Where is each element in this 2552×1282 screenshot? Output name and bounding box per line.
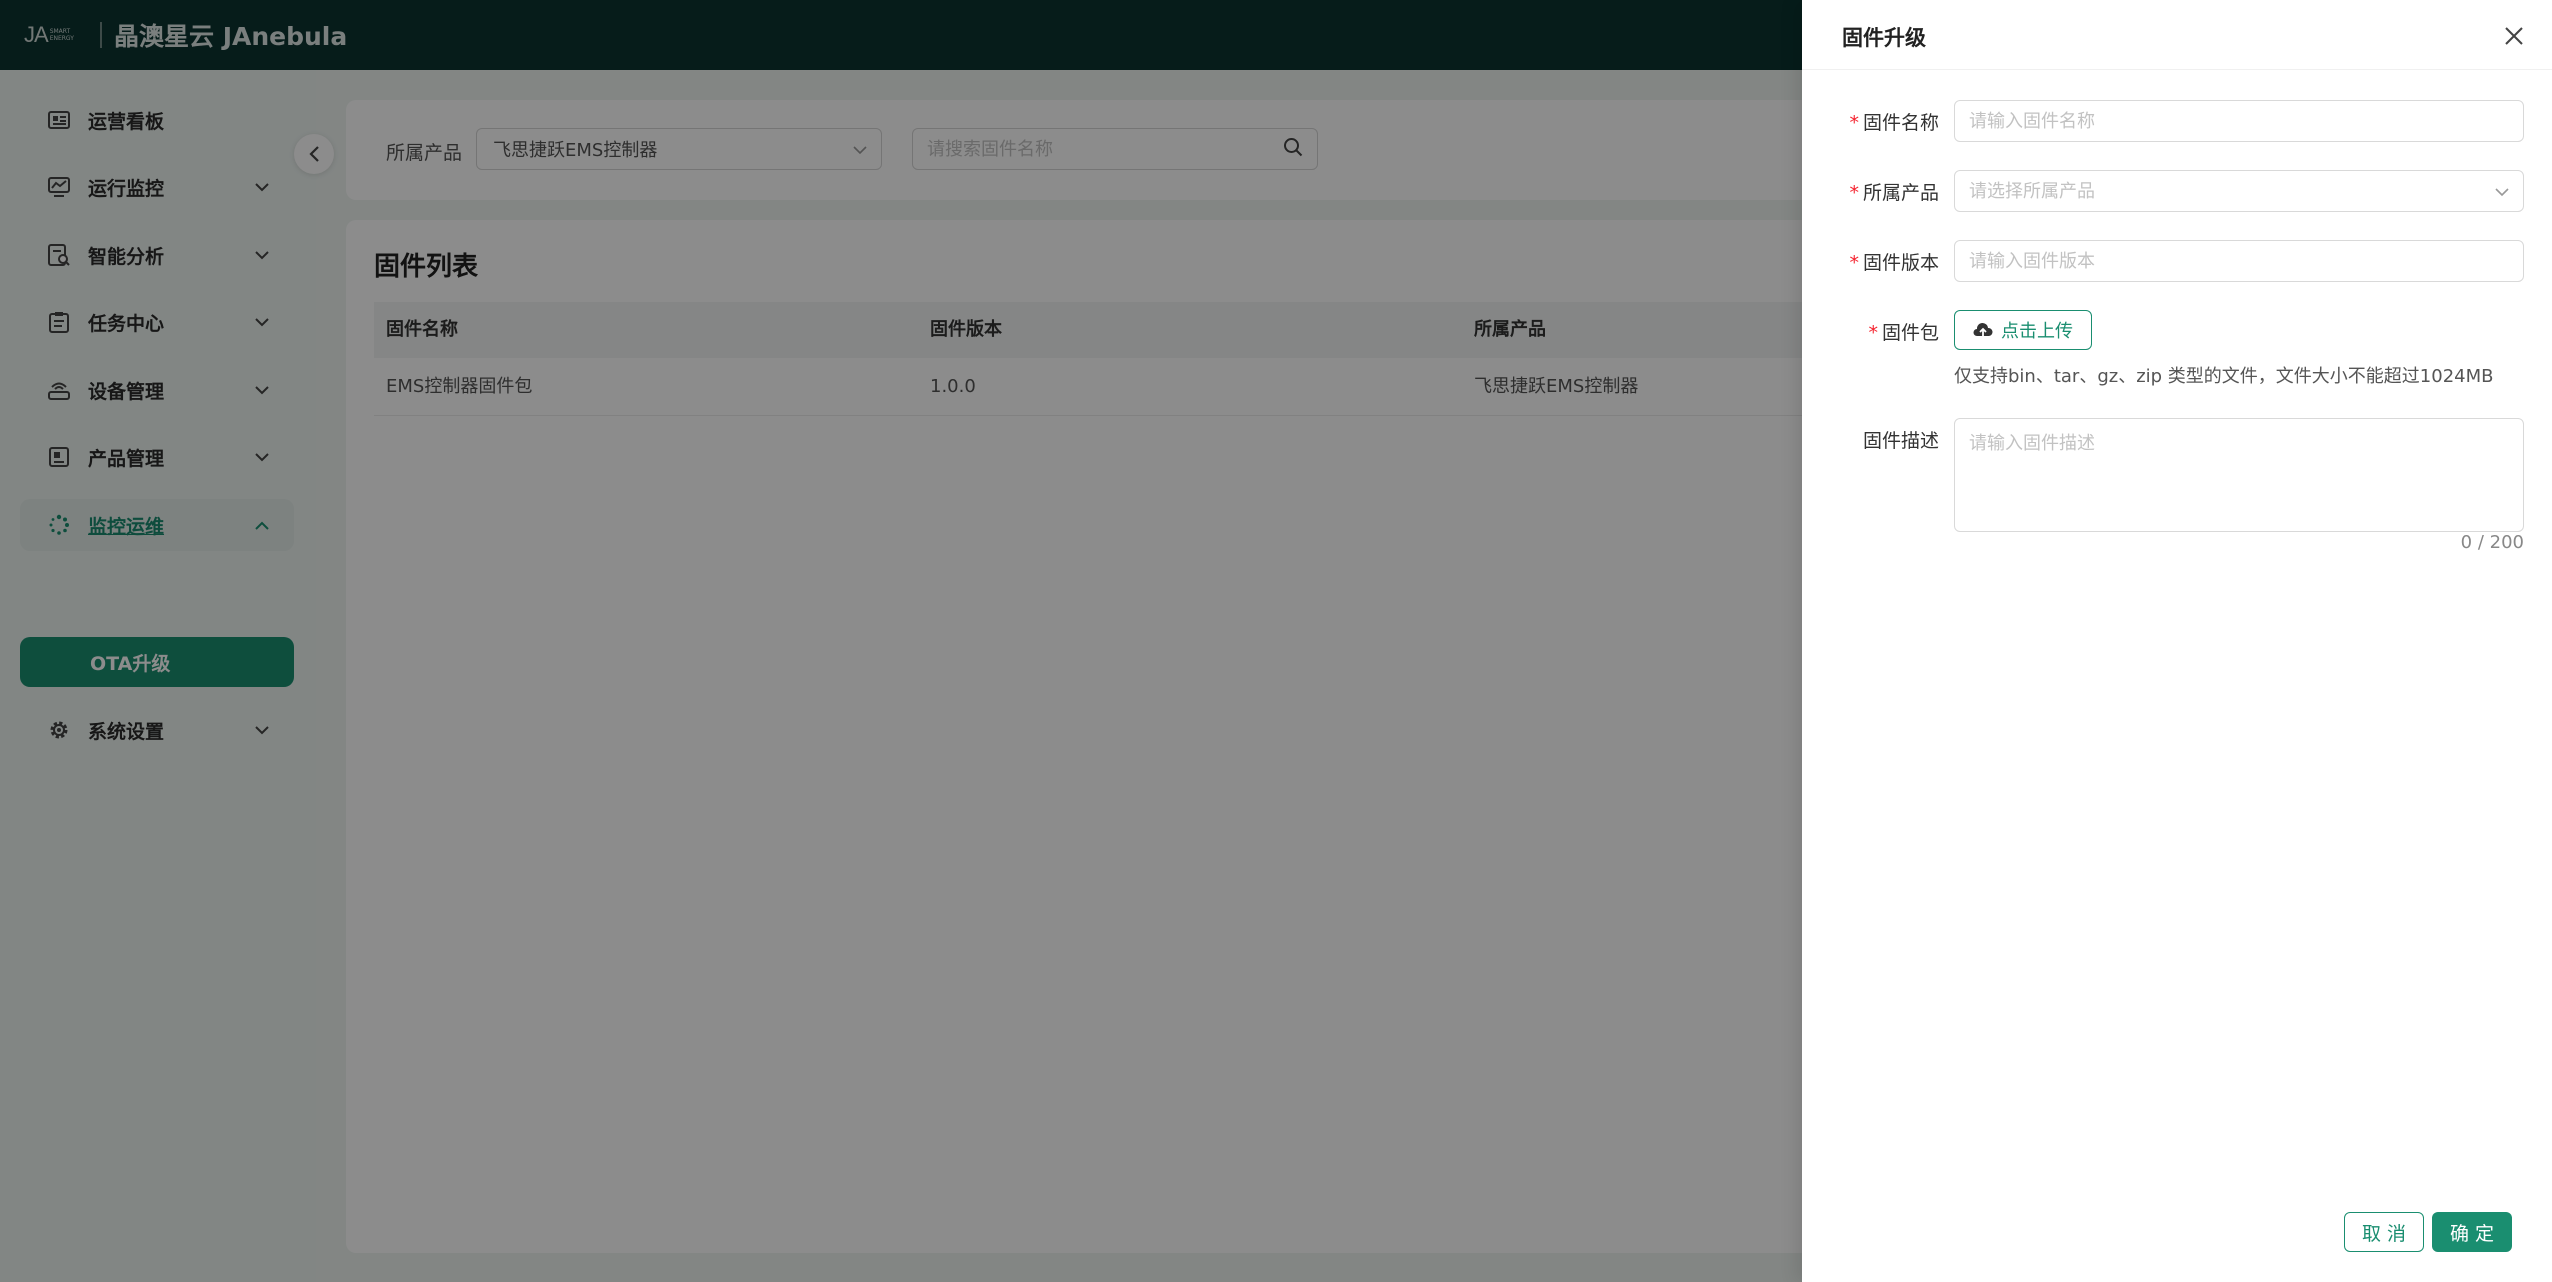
upload-button[interactable]: 点击上传 <box>1954 310 2092 350</box>
firmware-name-label-text: 固件名称 <box>1862 112 1939 134</box>
drawer-header: 固件升级 <box>1802 0 2552 70</box>
required-mark: * <box>1849 112 1859 134</box>
firmware-name-label: * 固件名称 <box>1739 108 1939 135</box>
firmware-desc-label: 固件描述 <box>1739 426 1939 453</box>
close-icon[interactable] <box>2502 24 2526 48</box>
product-label: * 所属产品 <box>1739 178 1939 205</box>
firmware-name-input[interactable] <box>1969 110 2523 132</box>
upload-hint: 仅支持bin、tar、gz、zip 类型的文件，文件大小不能超过1024MB <box>1954 366 2494 387</box>
firmware-desc-field <box>1954 418 2524 532</box>
chevron-down-icon <box>2495 180 2509 202</box>
firmware-version-field <box>1954 240 2524 282</box>
firmware-name-field <box>1954 100 2524 142</box>
firmware-version-label: * 固件版本 <box>1739 248 1939 275</box>
required-mark: * <box>1849 252 1859 274</box>
product-label-text: 所属产品 <box>1862 182 1939 204</box>
required-mark: * <box>1868 322 1878 344</box>
drawer-title: 固件升级 <box>1842 26 1926 50</box>
cloud-upload-icon <box>1973 322 1993 338</box>
product-select-field[interactable] <box>1954 170 2524 212</box>
firmware-package-label-text: 固件包 <box>1881 322 1939 344</box>
char-counter: 0 / 200 <box>2460 532 2524 553</box>
upload-button-label: 点击上传 <box>2001 321 2073 342</box>
firmware-upgrade-drawer: 固件升级 *固件名称 *所属产品 *固件版本 *固件包 点击上传 仅支持bin、… <box>1802 0 2552 1282</box>
required-mark: * <box>1849 182 1859 204</box>
firmware-version-input[interactable] <box>1969 250 2523 272</box>
cancel-button[interactable]: 取 消 <box>2344 1212 2424 1252</box>
confirm-button[interactable]: 确 定 <box>2432 1212 2512 1252</box>
firmware-desc-label-text: 固件描述 <box>1862 430 1939 452</box>
firmware-package-label: * 固件包 <box>1739 318 1939 345</box>
firmware-version-label-text: 固件版本 <box>1862 252 1939 274</box>
firmware-desc-textarea[interactable] <box>1955 419 2523 531</box>
product-select-input[interactable] <box>1969 180 2495 202</box>
